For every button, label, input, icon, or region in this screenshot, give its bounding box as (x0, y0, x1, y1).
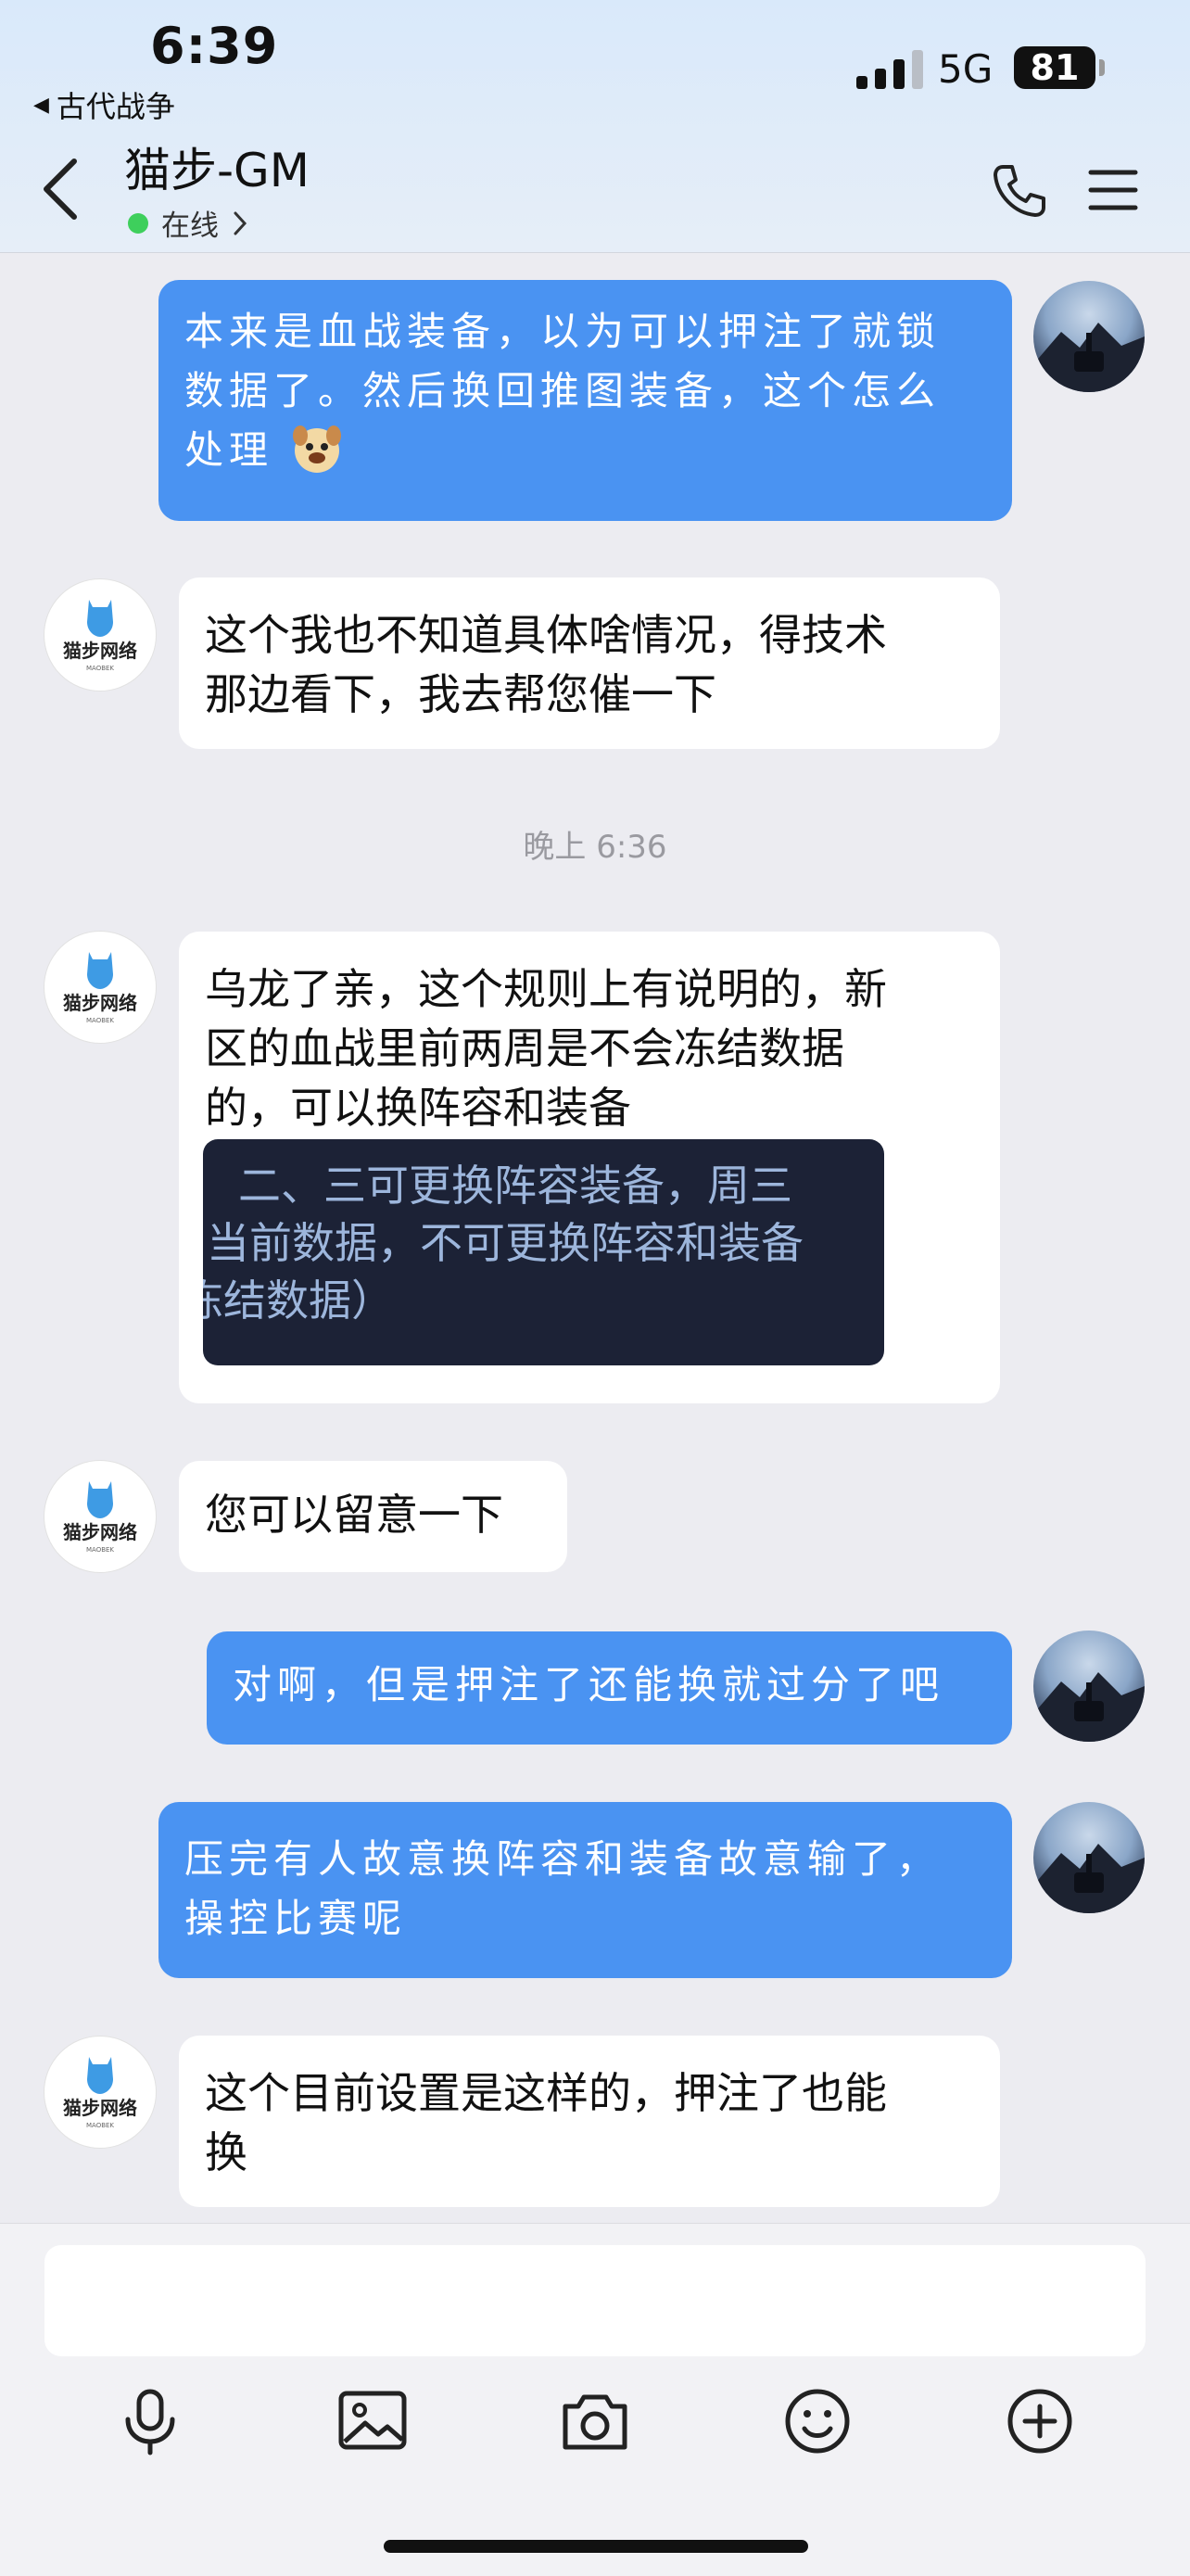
message-line: 区的血战里前两周是不会冻结数据 (205, 1023, 844, 1073)
message-line: 这个我也不知道具体啥情况，得技术 (205, 610, 887, 660)
avatar-gm[interactable]: 猫步网络 MAOBEK (44, 2036, 157, 2149)
image-icon[interactable] (337, 2386, 408, 2456)
message-line: 的，可以换阵容和装备 (205, 1083, 631, 1133)
maobu-logo-icon: 猫步网络 MAOBEK (63, 1481, 137, 1554)
mountain-avatar-icon (1033, 323, 1145, 392)
chevron-right-icon (234, 211, 247, 235)
battery-cap (1099, 59, 1105, 76)
logo-sub: MAOBEK (86, 2122, 114, 2129)
battery-level: 81 (1014, 46, 1095, 89)
back-triangle-icon: ◀ (33, 93, 49, 117)
logo-text: 猫步网络 (63, 640, 137, 662)
message-line: 压完有人故意换阵容和装备故意输了， (184, 1836, 942, 1882)
message-bubble-outgoing[interactable]: 本来是血战装备，以为可以押注了就锁 数据了。然后换回推图装备，这个怎么 处理 (158, 280, 1012, 521)
avatar-self[interactable] (1033, 281, 1145, 392)
message-line: 这个目前设置是这样的，押注了也能 (205, 2068, 887, 2118)
back-to-app-link[interactable]: ◀ 古代战争 (33, 83, 175, 126)
message-bubble-outgoing[interactable]: 压完有人故意换阵容和装备故意输了， 操控比赛呢 (158, 1802, 1012, 1978)
emoji-icon[interactable] (782, 2386, 853, 2456)
image-text-line: 冻结数据） (203, 1275, 394, 1326)
message-line: 那边看下，我去帮您催一下 (205, 669, 716, 719)
message-bubble-outgoing[interactable]: 对啊，但是押注了还能换就过分了吧 (207, 1631, 1012, 1745)
avatar-gm[interactable]: 猫步网络 MAOBEK (44, 931, 157, 1044)
message-bubble-incoming[interactable]: 您可以留意一下 (179, 1461, 567, 1572)
logo-text: 猫步网络 (63, 1521, 137, 1543)
network-type: 5G (938, 46, 994, 92)
maobu-logo-icon: 猫步网络 MAOBEK (63, 2057, 137, 2129)
message-input[interactable] (44, 2245, 1146, 2356)
maobu-logo-icon: 猫步网络 MAOBEK (63, 600, 137, 672)
phone-icon[interactable] (990, 161, 1049, 221)
dog-emoji-icon (293, 425, 342, 473)
message-bubble-incoming[interactable]: 这个我也不知道具体啥情况，得技术 那边看下，我去帮您催一下 (179, 577, 1000, 749)
mountain-avatar-icon (1033, 1844, 1145, 1913)
online-label: 在线 (161, 209, 219, 243)
message-line: 数据了。然后换回推图装备，这个怎么 (184, 368, 942, 413)
message-line: 本来是血战装备，以为可以押注了就锁 (184, 309, 942, 354)
logo-sub: MAOBEK (86, 1017, 114, 1024)
mountain-avatar-icon (1033, 1672, 1145, 1742)
message-line: 对啊，但是押注了还能换就过分了吧 (233, 1662, 945, 1707)
logo-text: 猫步网络 (63, 2097, 137, 2119)
message-line: 操控比赛呢 (184, 1896, 408, 1941)
microphone-icon[interactable] (115, 2386, 185, 2456)
chat-title: 猫步-GM (124, 144, 310, 197)
message-screenshot-image[interactable]: 二、三可更换阵容装备，周三 当前数据，不可更换阵容和装备 冻结数据） (203, 1139, 884, 1365)
message-line: 处理 (184, 427, 274, 473)
message-timestamp: 晚上 6:36 (523, 829, 667, 866)
online-status[interactable]: 在线 (128, 202, 248, 244)
plus-icon[interactable] (1005, 2386, 1075, 2456)
message-line: 乌龙了亲，这个规则上有说明的，新 (205, 964, 887, 1014)
home-indicator[interactable] (384, 2540, 808, 2553)
message-line: 换 (205, 2127, 247, 2177)
message-line: 您可以留意一下 (205, 1490, 503, 1540)
avatar-self[interactable] (1033, 1802, 1145, 1913)
chevron-left-icon[interactable] (37, 156, 85, 222)
camera-icon[interactable] (560, 2386, 630, 2456)
online-dot (128, 212, 148, 234)
image-text-line: 当前数据，不可更换阵容和装备 (207, 1218, 804, 1268)
avatar-gm[interactable]: 猫步网络 MAOBEK (44, 578, 157, 692)
signal-icon (856, 48, 923, 89)
status-time: 6:39 (150, 17, 279, 75)
menu-icon[interactable] (1088, 167, 1138, 213)
logo-sub: MAOBEK (86, 1546, 114, 1554)
avatar-gm[interactable]: 猫步网络 MAOBEK (44, 1460, 157, 1573)
image-text-line: 二、三可更换阵容装备，周三 (238, 1161, 792, 1211)
maobu-logo-icon: 猫步网络 MAOBEK (63, 952, 137, 1024)
message-bubble-incoming[interactable]: 这个目前设置是这样的，押注了也能 换 (179, 2036, 1000, 2207)
avatar-self[interactable] (1033, 1631, 1145, 1742)
back-app-label: 古代战争 (56, 89, 175, 124)
logo-sub: MAOBEK (86, 665, 114, 672)
logo-text: 猫步网络 (63, 992, 137, 1014)
